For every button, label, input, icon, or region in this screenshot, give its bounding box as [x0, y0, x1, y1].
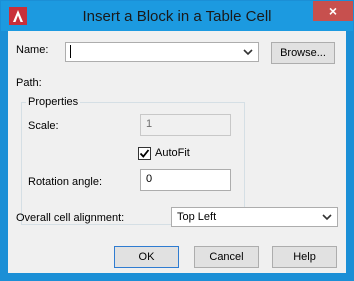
rotation-angle-input[interactable]: 0	[140, 169, 231, 191]
rotation-angle-value: 0	[146, 173, 153, 185]
cell-alignment-value: Top Left	[177, 211, 217, 223]
scale-value: 1	[146, 118, 153, 130]
cell-alignment-select[interactable]: Top Left	[171, 207, 338, 227]
autofit-checkbox[interactable]	[138, 147, 151, 160]
close-icon: ×	[328, 3, 338, 19]
autofit-label[interactable]: AutoFit	[155, 147, 190, 159]
dialog-title: Insert a Block in a Table Cell	[82, 8, 272, 25]
name-combobox[interactable]	[65, 42, 259, 62]
dialog-window: Insert a Block in a Table Cell × Name: B…	[0, 0, 354, 281]
scale-label: Scale:	[28, 120, 59, 132]
chevron-down-icon[interactable]	[241, 45, 255, 59]
help-button[interactable]: Help	[272, 246, 337, 268]
properties-title: Properties	[26, 96, 81, 108]
ok-button[interactable]: OK	[114, 246, 179, 268]
browse-button[interactable]: Browse...	[271, 42, 335, 64]
cell-alignment-label: Overall cell alignment:	[16, 212, 125, 224]
close-button[interactable]: ×	[313, 1, 353, 21]
name-label: Name:	[16, 44, 49, 56]
scale-field: 1	[140, 114, 231, 136]
chevron-down-icon[interactable]	[320, 210, 334, 224]
checkmark-icon	[139, 149, 150, 158]
path-label: Path:	[16, 77, 42, 89]
title-bar[interactable]: Insert a Block in a Table Cell ×	[1, 1, 353, 31]
rotation-angle-label: Rotation angle:	[28, 176, 102, 188]
dialog-body: Name: Browse... Path: Properties Scale: …	[8, 31, 346, 273]
text-caret	[70, 45, 71, 58]
cancel-button[interactable]: Cancel	[194, 246, 259, 268]
